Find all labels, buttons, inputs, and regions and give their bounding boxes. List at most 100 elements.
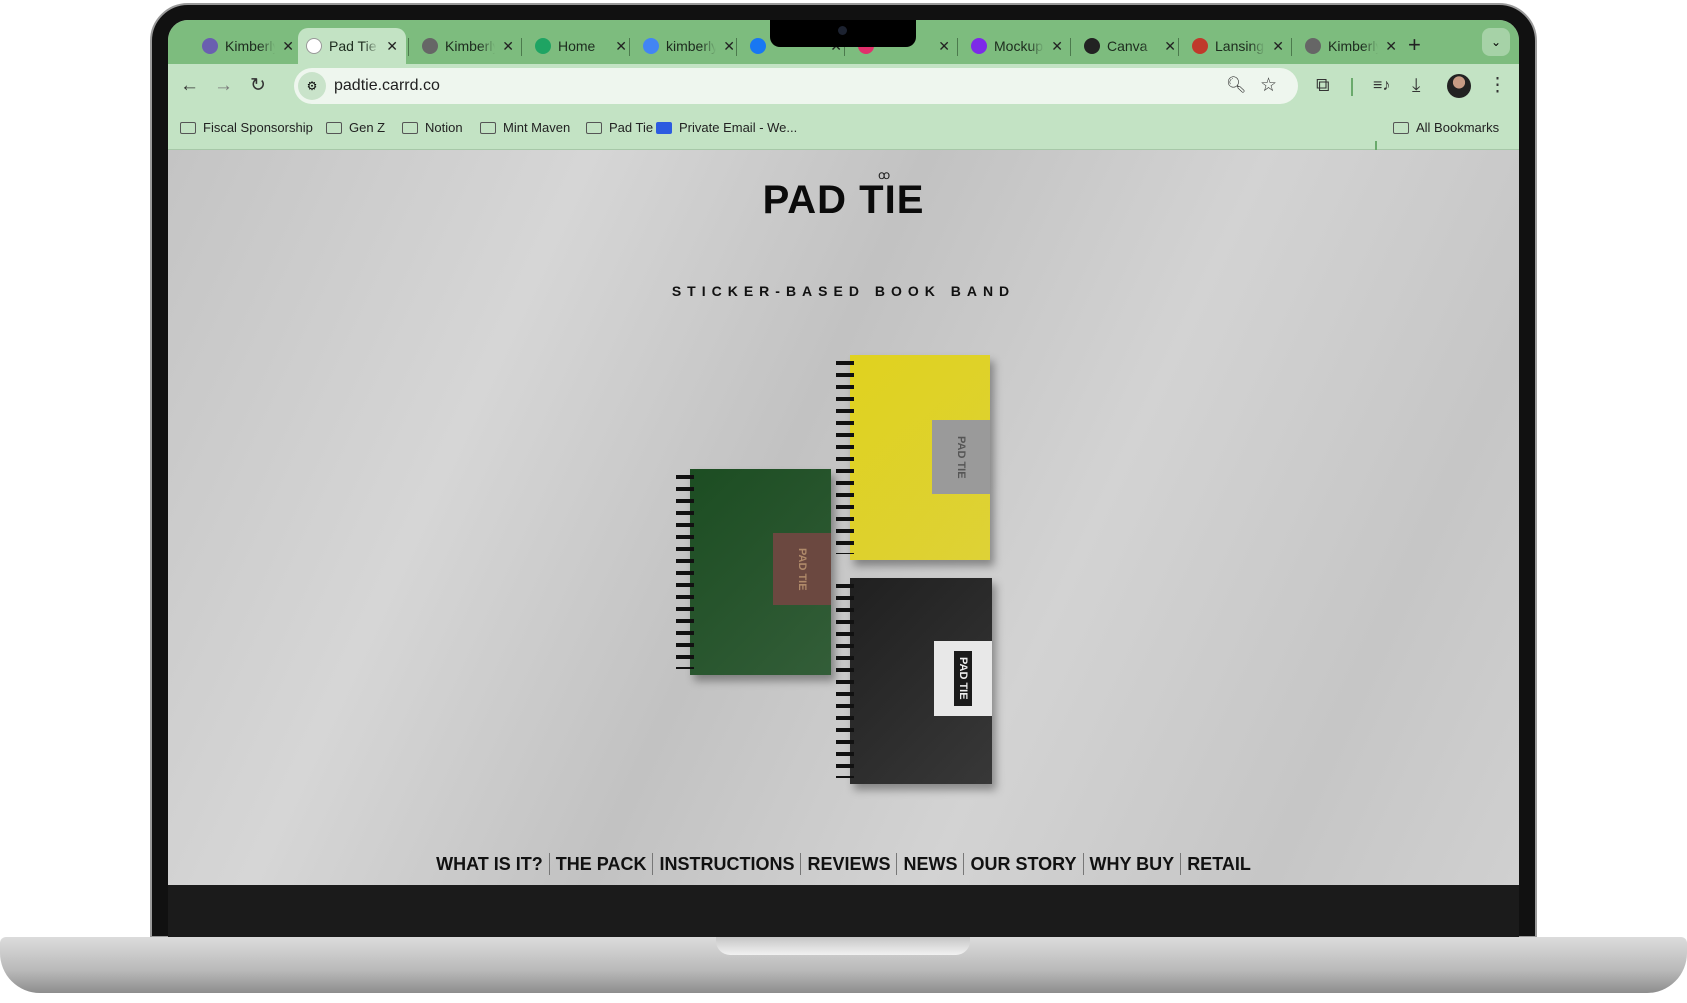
cr-icon — [1084, 38, 1100, 54]
folder-icon — [586, 121, 602, 134]
tab-title: Pad Tie — [329, 38, 377, 54]
tab-separator — [1291, 38, 1292, 56]
close-tab-icon[interactable]: ✕ — [615, 38, 627, 55]
extensions-icon[interactable]: ⧉ — [1316, 74, 1330, 98]
new-tab-button[interactable]: + — [1408, 32, 1421, 58]
tab-7[interactable]: Mockups ✕ — [963, 28, 1071, 64]
notebook-black: PAD TIE — [836, 578, 992, 784]
close-tab-icon[interactable]: ✕ — [282, 38, 294, 55]
site-info-icon[interactable]: ⚙ — [298, 72, 326, 100]
close-tab-icon[interactable]: ✕ — [502, 38, 514, 55]
web-page: PAD TIE ꝏ STICKER-BASED BOOK BAND PAD TI… — [168, 150, 1519, 885]
tab-separator — [408, 38, 409, 56]
spiral-binding — [836, 361, 854, 554]
close-tab-icon[interactable]: ✕ — [723, 38, 735, 55]
tab-separator — [957, 38, 958, 56]
close-tab-icon[interactable]: ✕ — [1385, 38, 1397, 55]
all-bookmarks-button[interactable]: All Bookmarks — [1393, 120, 1499, 135]
tagline: STICKER-BASED BOOK BAND — [671, 283, 1016, 299]
close-tab-icon[interactable]: ✕ — [938, 38, 950, 55]
nav-link-the-pack[interactable]: THE PACK — [548, 853, 653, 875]
tab-separator — [629, 38, 630, 56]
camera-icon — [838, 26, 847, 35]
tab-8[interactable]: Canva ✕ — [1076, 28, 1184, 64]
tab-title: Kimberly — [225, 38, 276, 54]
camera-notch — [770, 20, 916, 47]
nav-link-retail[interactable]: RETAIL — [1180, 853, 1257, 875]
download-icon[interactable]: ⤓ — [1412, 74, 1420, 98]
tab-0[interactable]: Kimberly ✕ — [194, 28, 302, 64]
bow-icon: ꝏ — [878, 168, 891, 182]
notebook-label-text: PAD TIE — [796, 547, 808, 591]
url-text[interactable]: padtie.carrd.co — [334, 77, 440, 95]
bookmark-label: Gen Z — [349, 120, 386, 135]
tab-title: Canva — [1107, 38, 1148, 54]
image-favicon — [1192, 38, 1208, 54]
google-icon — [643, 38, 659, 54]
bookmark-label: Notion — [425, 120, 463, 135]
padtie-favicon — [306, 38, 322, 54]
tab-separator — [521, 38, 522, 56]
media-control-icon[interactable]: ≡♪ — [1373, 74, 1390, 98]
bookmark-item[interactable]: Notion — [402, 120, 463, 135]
tab-separator — [736, 38, 737, 56]
notebook-label: PAD TIE — [773, 533, 831, 605]
globe-icon — [422, 38, 438, 54]
notebook-label: PAD TIE — [934, 641, 992, 716]
bookmark-item[interactable]: Gen Z — [326, 120, 385, 135]
reload-icon[interactable]: ↻ — [250, 74, 266, 98]
spiral-binding — [836, 584, 854, 778]
star-icon[interactable]: ☆ — [1260, 74, 1277, 98]
zoom-icon[interactable]: 🔍︎ — [1226, 74, 1246, 98]
back-icon[interactable]: ← — [180, 74, 199, 98]
tab-9[interactable]: Lansing ✕ — [1184, 28, 1292, 64]
close-tab-icon[interactable]: ✕ — [1051, 38, 1063, 55]
folder-icon — [402, 121, 418, 134]
tab-title: kimberly — [666, 38, 717, 54]
nav-link-what-is-it[interactable]: WHAT IS IT? — [430, 853, 549, 875]
tab-10[interactable]: Kimberly ✕ — [1297, 28, 1405, 64]
pad-tie-logo[interactable]: PAD TIE — [168, 178, 1519, 223]
bookmark-item[interactable]: Private Email - We... — [656, 120, 797, 135]
google-drive-icon — [535, 38, 551, 54]
bookmark-item[interactable]: Pad Tie — [586, 120, 653, 135]
nav-link-reviews[interactable]: REVIEWS — [800, 853, 896, 875]
nav-link-why-buy[interactable]: WHY BUY — [1082, 853, 1181, 875]
nav-link-instructions[interactable]: INSTRUCTIONS — [652, 853, 800, 875]
nav-link-our-story[interactable]: OUR STORY — [963, 853, 1082, 875]
tab-search-button[interactable]: ⌄ — [1482, 28, 1510, 56]
bookmark-label: Fiscal Sponsorship — [203, 120, 313, 135]
bookmark-label: Pad Tie — [609, 120, 654, 135]
forward-icon[interactable]: → — [214, 74, 233, 98]
tab-3[interactable]: Home ✕ — [527, 28, 635, 64]
close-tab-icon[interactable]: ✕ — [1164, 38, 1176, 55]
tab-separator — [1178, 38, 1179, 56]
nav-link-news[interactable]: NEWS — [896, 853, 963, 875]
bezel-bottom — [168, 885, 1519, 937]
tab-title: Lansing — [1215, 38, 1265, 54]
folder-icon — [480, 121, 496, 134]
bookmark-item[interactable]: Mint Maven — [480, 120, 570, 135]
shield-icon — [202, 38, 218, 54]
tab-title: Home — [558, 38, 596, 54]
profile-avatar[interactable] — [1447, 74, 1471, 98]
tab-2[interactable]: Kimberly ✕ — [414, 28, 522, 64]
notebook-yellow: PAD TIE — [836, 355, 990, 560]
tab-1[interactable]: Pad Tie ✕ — [298, 28, 406, 64]
address-bar[interactable]: ⚙ padtie.carrd.co 🔍︎ ☆ — [294, 68, 1298, 104]
close-tab-icon[interactable]: ✕ — [386, 38, 398, 55]
spiral-binding — [676, 475, 694, 669]
tab-title: Kimberly — [445, 38, 496, 54]
toolbar: ← → ↻ ⚙ padtie.carrd.co 🔍︎ ☆ ⧉ ≡♪ ⤓ ⋮ — [168, 64, 1519, 108]
tab-title: Mockups — [994, 38, 1044, 54]
screen: Kimberly ✕ Pad Tie ✕ Kimberly ✕ Home ✕ kimberly ✕… — [168, 20, 1519, 885]
tab-4[interactable]: kimberly ✕ — [635, 28, 743, 64]
laptop-notch — [716, 937, 970, 955]
bookmark-label: Private Email - We... — [679, 120, 798, 135]
menu-icon[interactable]: ⋮ — [1488, 74, 1507, 98]
bookmark-item[interactable]: Fiscal Sponsorship — [180, 120, 313, 135]
all-bookmarks-label: All Bookmarks — [1416, 120, 1500, 135]
close-tab-icon[interactable]: ✕ — [1272, 38, 1284, 55]
mail-icon — [656, 121, 672, 134]
folder-icon — [180, 121, 196, 134]
